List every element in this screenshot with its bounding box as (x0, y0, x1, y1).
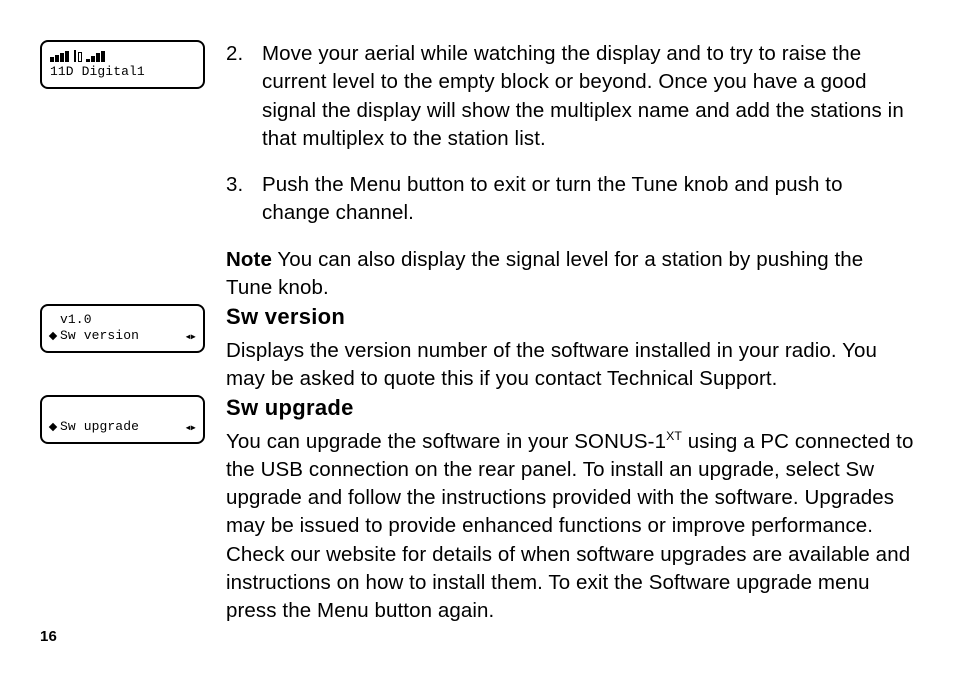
lcd-menu-line: Sw version ◂▸ (50, 328, 195, 344)
lcd-menu-line: Sw upgrade ◂▸ (50, 419, 195, 435)
note-label: Note (226, 248, 272, 271)
list-item: 3. Push the Menu button to exit or turn … (226, 171, 914, 228)
heading-sw-version: Sw version (226, 302, 914, 332)
note-text: You can also display the signal level fo… (226, 248, 863, 299)
main-column: Sw version Displays the version number o… (226, 302, 914, 393)
menu-arrows-icon: ◂▸ (185, 329, 195, 344)
paragraph: Displays the version number of the softw… (226, 337, 914, 394)
section-sw-version: v1.0 Sw version ◂▸ Sw version Displays t… (40, 302, 914, 393)
page-number: 16 (40, 628, 57, 645)
note-line: Note You can also display the signal lev… (226, 246, 914, 303)
upgrade-text-after: using a PC connected to the USB connecti… (226, 430, 913, 623)
lcd-text: Sw upgrade (60, 419, 139, 435)
lcd-text: v1.0 (60, 312, 92, 328)
manual-page: 11D Digital1 2. Move your aerial while w… (0, 0, 954, 673)
diamond-icon (49, 332, 57, 340)
lcd-sw-version: v1.0 Sw version ◂▸ (40, 304, 205, 353)
lcd-signal-display: 11D Digital1 (40, 40, 205, 89)
list-number: 3. (226, 171, 262, 228)
lcd-text: Sw version (60, 328, 139, 344)
side-column: Sw upgrade ◂▸ (40, 393, 226, 444)
paragraph: You can upgrade the software in your SON… (226, 428, 914, 626)
lcd-blank-line (50, 403, 195, 419)
signal-strength-icon (50, 50, 105, 62)
superscript-xt: XT (666, 429, 682, 443)
main-column: Sw upgrade You can upgrade the software … (226, 393, 914, 625)
main-column: 2. Move your aerial while watching the d… (226, 40, 914, 302)
section-signal: 11D Digital1 2. Move your aerial while w… (40, 40, 914, 302)
lcd-text: 11D Digital1 (50, 64, 145, 80)
diamond-icon (49, 423, 57, 431)
heading-sw-upgrade: Sw upgrade (226, 393, 914, 423)
list-item: 2. Move your aerial while watching the d… (226, 40, 914, 153)
side-column: 11D Digital1 (40, 40, 226, 89)
lcd-multiplex-name: 11D Digital1 (50, 64, 195, 80)
lcd-sw-upgrade: Sw upgrade ◂▸ (40, 395, 205, 444)
side-column: v1.0 Sw version ◂▸ (40, 302, 226, 353)
upgrade-text-before: You can upgrade the software in your SON… (226, 430, 666, 453)
list-text: Push the Menu button to exit or turn the… (262, 171, 914, 228)
list-number: 2. (226, 40, 262, 153)
lcd-signal-bars (50, 48, 195, 64)
section-sw-upgrade: Sw upgrade ◂▸ Sw upgrade You can upgrade… (40, 393, 914, 625)
menu-arrows-icon: ◂▸ (185, 420, 195, 435)
list-text: Move your aerial while watching the disp… (262, 40, 914, 153)
lcd-version-line: v1.0 (50, 312, 195, 328)
